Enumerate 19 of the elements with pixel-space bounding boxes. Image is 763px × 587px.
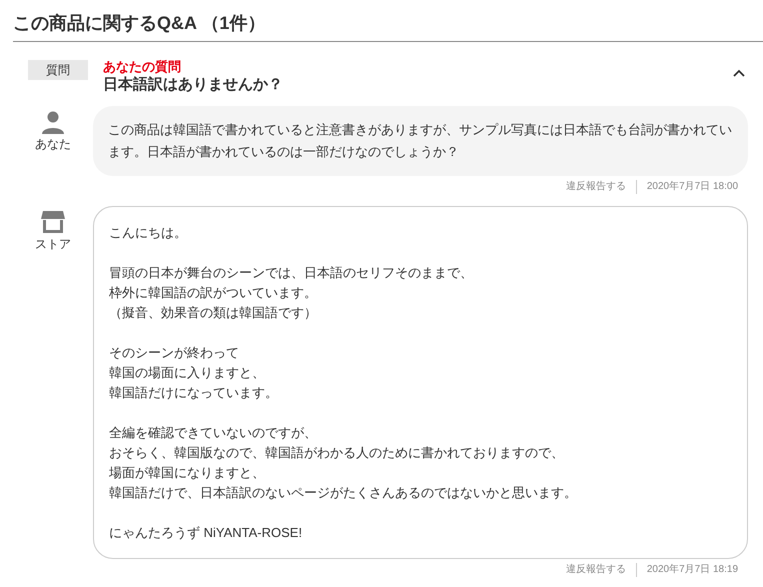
message-text: そのシーンが終わって 韓国の場面に入りますと、 韓国語だけになっています。 <box>109 344 279 402</box>
message-text: この商品は韓国語で書かれていると注意書きがありますが、サンプル写真には日本語でも台詞が書かれています。日本語が書かれているのは一部だけなのでしょうか？ <box>108 121 733 161</box>
report-link[interactable]: 違反報告する <box>566 563 637 577</box>
message-text: こんにちは。 <box>109 224 188 242</box>
author-label: ストア <box>35 236 71 252</box>
person-icon <box>41 110 65 134</box>
post-date: 2020年7月7日 18:00 <box>646 180 738 194</box>
message-text: 全編を確認できていないのですが、 おそらく、韓国版なので、韓国語がわかる人のために書かれておりますので、 場面が韓国になりますと、 韓国語だけで、日本語訳のないページがたくさんあるのではないかと思います。 <box>109 424 578 502</box>
section-heading: この商品に関するQ&A （1件） <box>13 12 763 42</box>
shop-icon <box>40 210 66 234</box>
report-link[interactable]: 違反報告する <box>566 180 637 194</box>
question-label: あなたの質問 <box>103 59 182 75</box>
message-text: にゃんたろうず NiYANTA-ROSE! <box>109 524 304 542</box>
chevron-up-icon <box>733 69 745 77</box>
post-date: 2020年7月7日 18:19 <box>646 563 738 577</box>
author-label: あなた <box>35 136 71 152</box>
question-tag: 質問 <box>28 60 88 80</box>
message-text: 冒頭の日本が舞台のシーンでは、日本語のセリフそのままで、 枠外に韓国語の訳がついています。 （擬音、効果音の類は韓国語です） <box>109 264 474 322</box>
question-title: 日本語訳はありませんか？ <box>103 75 284 95</box>
